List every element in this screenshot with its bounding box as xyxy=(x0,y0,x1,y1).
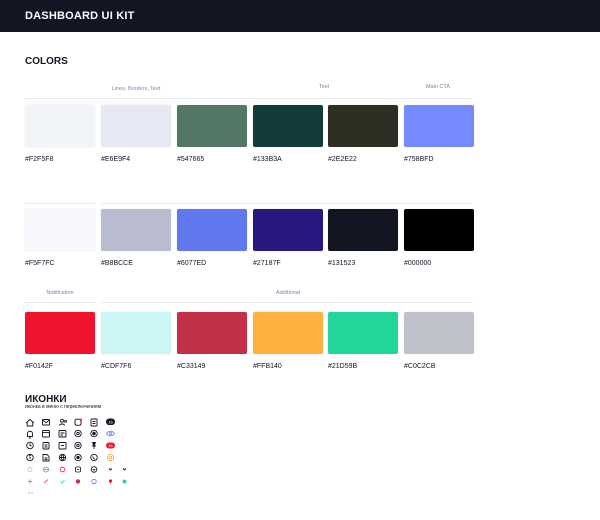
dot-blue-icon xyxy=(91,478,97,485)
copy-icon xyxy=(42,442,50,450)
divider-middle-left xyxy=(25,203,95,204)
group-label-additional: Additional xyxy=(275,290,301,296)
hex-label: #F0142F xyxy=(25,363,54,370)
hex-label: #21D59B xyxy=(328,363,358,370)
info-icon xyxy=(26,453,34,462)
hex-label: #F2F5F8 xyxy=(25,156,54,163)
swatch-c0c2cb xyxy=(404,312,474,354)
chevron-down-small-icon xyxy=(108,468,113,471)
small-dots-icon xyxy=(28,492,33,494)
settings-alt-icon xyxy=(90,429,98,438)
swatch-21d59b xyxy=(328,312,398,354)
icons-grid: 16 16 xyxy=(24,417,144,497)
group-label-notification: Notification xyxy=(46,290,74,296)
globe-small-icon xyxy=(43,466,49,473)
hex-label: #F5F7FC xyxy=(25,260,55,267)
chevron-down-small-icon xyxy=(122,468,127,471)
clock-icon xyxy=(26,441,34,450)
contact-icon xyxy=(59,466,66,473)
dot-red-icon xyxy=(75,479,81,484)
swatch-131523 xyxy=(328,209,398,251)
hex-label: #2E2E22 xyxy=(328,156,357,163)
divider-bottom-right xyxy=(101,302,473,303)
star-icon xyxy=(75,466,81,473)
swatch-6077ed xyxy=(177,209,247,251)
top-bar: DASHBOARD UI KIT xyxy=(0,0,600,32)
refresh-icon xyxy=(74,418,83,426)
swatch-c33149 xyxy=(177,312,247,354)
check-icon xyxy=(60,479,65,484)
hex-label: #B8BCCE xyxy=(101,260,133,267)
chat-badge-icon: 16 xyxy=(106,418,115,425)
dot-icon xyxy=(27,467,33,472)
hex-label: #E6E9F4 xyxy=(101,156,131,163)
hex-label: #C33149 xyxy=(177,363,206,370)
settings-icon xyxy=(74,429,82,438)
hex-label: #000000 xyxy=(404,260,432,267)
arrow-icon xyxy=(43,479,49,484)
id-card-icon xyxy=(58,430,67,438)
divider-bottom-left xyxy=(25,302,95,303)
page-title: DASHBOARD UI KIT xyxy=(25,10,135,22)
settings-icon xyxy=(74,441,82,450)
mail-icon xyxy=(42,419,50,426)
icons-subtitle: иконка в меню с переключением xyxy=(25,404,102,410)
hex-label: #27187F xyxy=(253,260,281,267)
hex-label: #131523 xyxy=(328,260,356,267)
group-label-lines: Lines, Borders, Text xyxy=(111,86,161,92)
swatch-cdf7f6 xyxy=(101,312,171,354)
plus-icon xyxy=(28,479,32,484)
swatch-b8bcce xyxy=(101,209,171,251)
hex-label: #758BFD xyxy=(404,156,434,163)
swatch-133b3a xyxy=(253,105,323,147)
home-icon xyxy=(25,418,35,427)
pin-icon xyxy=(91,442,97,449)
hex-label: #C0C2CB xyxy=(404,363,436,370)
hex-label: #133B3A xyxy=(253,156,282,163)
badge-count-icon: 16 xyxy=(106,442,115,449)
svg-text:16: 16 xyxy=(108,419,113,424)
pin-small-icon xyxy=(108,479,113,484)
swatch-f5f7fc xyxy=(25,209,95,251)
swatch-f2f5f8 xyxy=(25,105,95,147)
eye-off-icon xyxy=(105,430,116,437)
swatch-000000 xyxy=(404,209,474,251)
document-icon xyxy=(90,418,98,427)
swatch-547665 xyxy=(177,105,247,147)
swatch-f0142f xyxy=(25,312,95,354)
swatch-2e2e22 xyxy=(328,105,398,147)
svg-text:16: 16 xyxy=(108,444,112,448)
gear-orange-icon xyxy=(106,453,115,462)
dot-green-icon xyxy=(122,479,127,484)
divider-middle-right xyxy=(101,203,473,204)
swatch-27187f xyxy=(253,209,323,251)
icons-svg: 16 16 xyxy=(25,418,127,494)
file-icon xyxy=(42,454,50,462)
whatsapp-icon xyxy=(90,453,98,462)
swatch-ffb140 xyxy=(253,312,323,354)
group-label-text: Text xyxy=(318,84,330,90)
bell-icon xyxy=(27,430,33,439)
calendar-alt-icon xyxy=(58,442,67,450)
hex-label: #6077ED xyxy=(177,260,207,267)
calendar-icon xyxy=(42,430,50,438)
hex-label: #FFB140 xyxy=(253,363,282,370)
swatch-758bfd xyxy=(404,105,474,147)
users-icon xyxy=(59,418,67,426)
group-label-main-cta: Main CTA xyxy=(425,84,451,90)
divider-top xyxy=(25,98,473,99)
hex-label: #547665 xyxy=(177,156,205,163)
chevron-down-icon xyxy=(90,466,98,473)
swatch-e6e9f4 xyxy=(101,105,171,147)
colors-heading: COLORS xyxy=(25,56,68,67)
hex-label: #CDF7F6 xyxy=(101,363,132,370)
globe-icon xyxy=(58,453,67,462)
image-icon xyxy=(74,453,82,462)
